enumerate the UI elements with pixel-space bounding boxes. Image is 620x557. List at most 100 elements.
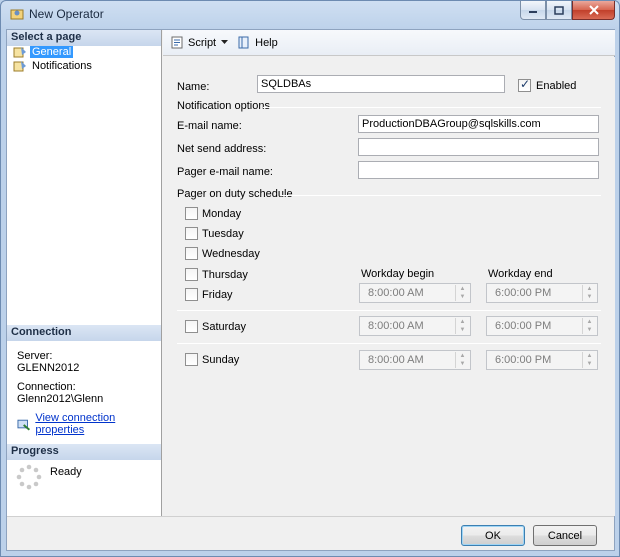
sunday-checkbox[interactable] — [185, 353, 198, 366]
spin-up-icon: ▲ — [459, 286, 466, 292]
time-value: 8:00:00 AM — [368, 287, 424, 299]
name-label: Name: — [177, 81, 210, 93]
tuesday-label: Tuesday — [202, 228, 244, 240]
time-spinner[interactable]: ▲ ▼ — [582, 318, 596, 334]
close-button[interactable] — [572, 1, 615, 20]
spin-up-icon: ▲ — [586, 286, 593, 292]
time-spinner[interactable]: ▲ ▼ — [455, 318, 469, 334]
maximize-icon — [554, 5, 564, 15]
spin-up-icon: ▲ — [459, 319, 466, 325]
saturday-checkbox[interactable] — [185, 320, 198, 333]
nav-item-notifications[interactable]: Notifications — [13, 59, 94, 73]
chevron-down-icon — [221, 40, 229, 44]
separator — [177, 310, 601, 311]
view-connection-properties-link[interactable]: View connection properties — [17, 412, 161, 436]
spin-down-icon: ▼ — [586, 361, 593, 367]
enabled-label: Enabled — [536, 80, 577, 92]
sunday-label: Sunday — [202, 354, 240, 366]
spin-down-icon: ▼ — [586, 294, 593, 300]
sunday-begin-time[interactable]: 8:00:00 AM ▲ ▼ — [359, 350, 471, 370]
page-icon — [13, 60, 26, 71]
time-value: 6:00:00 PM — [495, 354, 552, 366]
nav-item-general[interactable]: General — [13, 45, 74, 59]
wednesday-checkbox[interactable] — [185, 247, 198, 260]
title-bar[interactable]: New Operator — [1, 1, 619, 29]
time-spinner[interactable]: ▲ ▼ — [582, 285, 596, 301]
tuesday-checkbox[interactable] — [185, 227, 198, 240]
help-button[interactable]: Help — [234, 33, 281, 53]
monday-label: Monday — [202, 208, 242, 220]
time-value: 6:00:00 PM — [495, 320, 552, 332]
saturday-begin-time[interactable]: 8:00:00 AM ▲ ▼ — [359, 316, 471, 336]
thursday-checkbox[interactable] — [185, 268, 198, 281]
pager-email-label: Pager e-mail name: — [177, 166, 273, 178]
email-label: E-mail name: — [177, 120, 242, 132]
net-send-input[interactable] — [358, 138, 599, 156]
general-page: Name: SQLDBAs Enabled Notification optio… — [163, 57, 615, 516]
spin-down-icon: ▼ — [459, 361, 466, 367]
spin-down-icon: ▼ — [459, 294, 466, 300]
progress-status: Ready — [50, 466, 82, 478]
spin-down-icon: ▼ — [586, 327, 593, 333]
enabled-checkbox[interactable] — [518, 77, 531, 92]
pager-email-input[interactable] — [358, 161, 599, 179]
dialog-client: Select a page General Notifications Conn… — [6, 29, 615, 551]
minimize-button[interactable] — [520, 1, 546, 20]
connection-label: Connection: — [17, 381, 76, 393]
select-page-header: Select a page — [7, 30, 161, 46]
wednesday-label: Wednesday — [202, 248, 260, 260]
time-value: 8:00:00 AM — [368, 320, 424, 332]
script-icon — [171, 36, 183, 49]
progress-spinner-icon — [16, 464, 42, 490]
toolbar: Script Help — [163, 30, 615, 56]
thursday-label: Thursday — [202, 269, 248, 281]
spin-down-icon: ▼ — [459, 327, 466, 333]
friday-label: Friday — [202, 289, 233, 301]
time-value: 6:00:00 PM — [495, 287, 552, 299]
left-pane: Select a page General Notifications Conn… — [7, 30, 162, 516]
sunday-end-time[interactable]: 6:00:00 PM ▲ ▼ — [486, 350, 598, 370]
window-title: New Operator — [29, 7, 104, 21]
link-text: View connection properties — [35, 412, 116, 436]
time-spinner[interactable]: ▲ ▼ — [455, 285, 469, 301]
spin-up-icon: ▲ — [586, 319, 593, 325]
script-label: Script — [188, 36, 217, 49]
pager-schedule-title: Pager on duty schedule — [177, 188, 293, 200]
connection-header: Connection — [7, 325, 161, 341]
script-button[interactable]: Script — [167, 33, 219, 53]
name-input[interactable]: SQLDBAs — [257, 75, 505, 93]
friday-begin-time[interactable]: 8:00:00 AM ▲ ▼ — [359, 283, 471, 303]
dialog-footer: OK Cancel — [7, 516, 614, 550]
separator — [177, 343, 601, 344]
ok-button[interactable]: OK — [461, 525, 525, 546]
script-dropdown-button[interactable] — [219, 33, 230, 53]
notification-options-title: Notification options — [177, 100, 270, 112]
help-icon — [238, 36, 249, 49]
server-label: Server: — [17, 350, 53, 362]
group-divider — [263, 107, 601, 108]
time-spinner[interactable]: ▲ ▼ — [455, 352, 469, 368]
spin-up-icon: ▲ — [459, 353, 466, 359]
group-divider — [281, 195, 601, 196]
nav-item-label: General — [30, 46, 74, 58]
spin-up-icon: ▲ — [586, 353, 593, 359]
dialog-window: New Operator Select a page General Notif… — [0, 0, 620, 557]
maximize-button[interactable] — [546, 1, 572, 20]
friday-end-time[interactable]: 6:00:00 PM ▲ ▼ — [486, 283, 598, 303]
monday-checkbox[interactable] — [185, 207, 198, 220]
server-value: GLENN2012 — [17, 362, 80, 374]
connection-value: Glenn2012\Glenn — [17, 393, 104, 405]
email-input[interactable]: ProductionDBAGroup@sqlskills.com — [358, 115, 599, 133]
time-spinner[interactable]: ▲ ▼ — [582, 352, 596, 368]
friday-checkbox[interactable] — [185, 288, 198, 301]
workday-end-label: Workday end — [488, 268, 553, 280]
minimize-icon — [529, 11, 537, 13]
saturday-end-time[interactable]: 6:00:00 PM ▲ ▼ — [486, 316, 598, 336]
nav-item-label: Notifications — [32, 60, 92, 72]
time-value: 8:00:00 AM — [368, 354, 424, 366]
close-icon — [588, 5, 599, 15]
operator-app-icon — [10, 9, 24, 20]
progress-header: Progress — [7, 444, 161, 460]
cancel-button[interactable]: Cancel — [533, 525, 597, 546]
saturday-label: Saturday — [202, 321, 247, 333]
